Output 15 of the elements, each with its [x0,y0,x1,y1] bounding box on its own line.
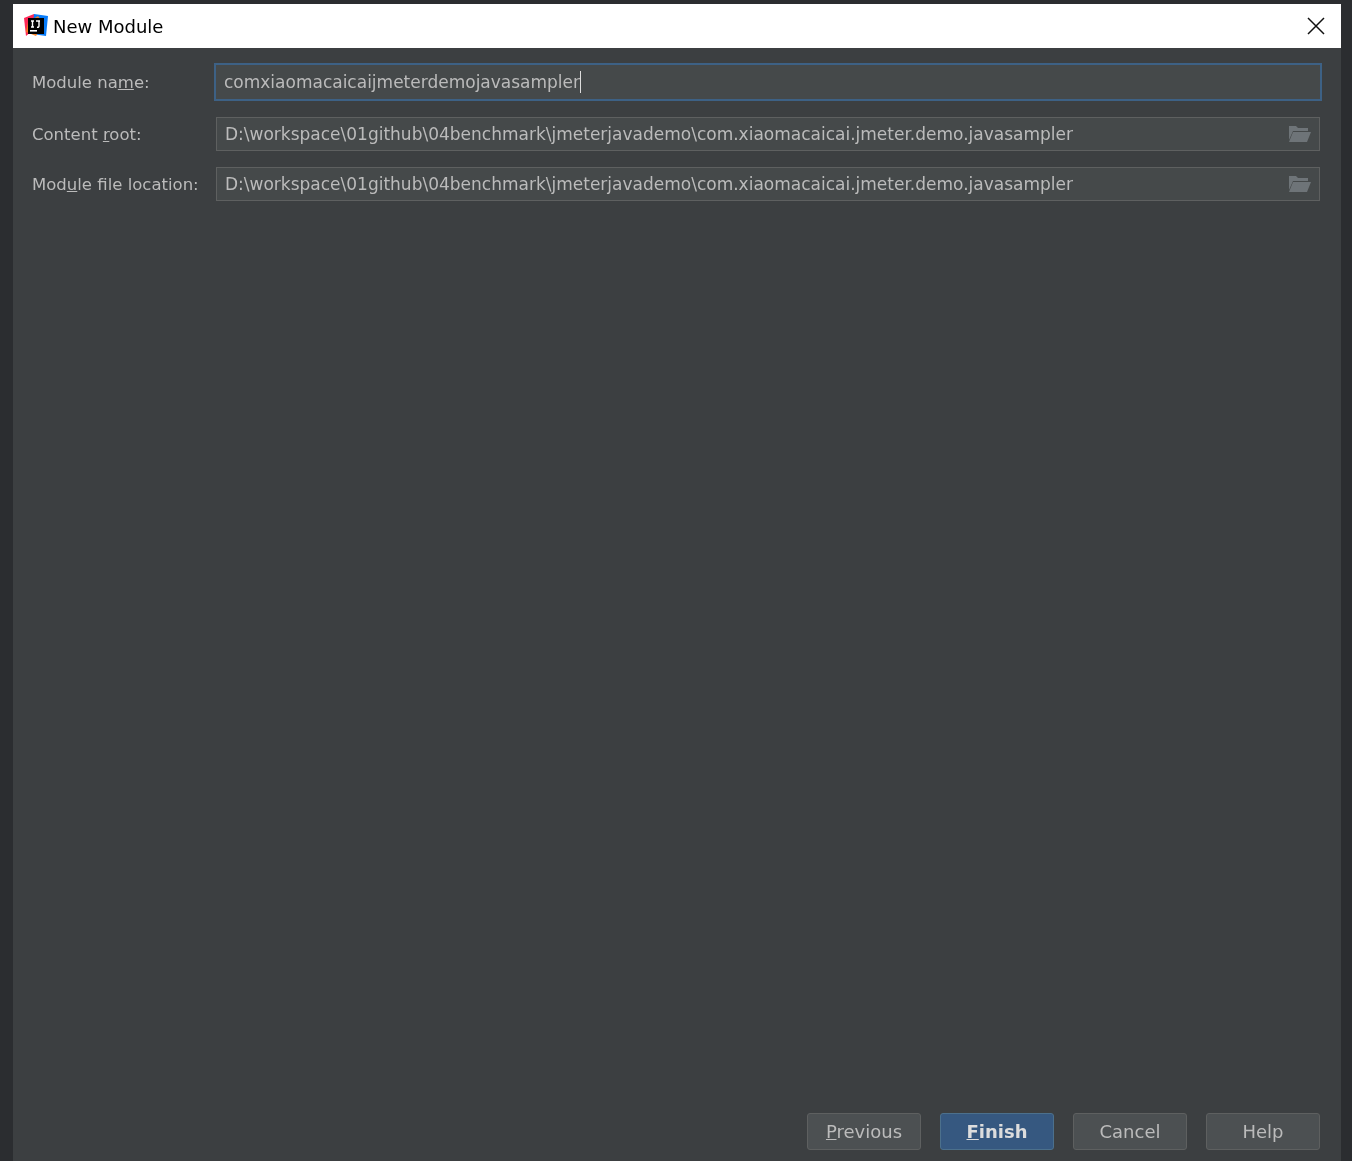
dialog-button[interactable]: Finish [940,1113,1054,1150]
field-label: Module file location: [32,174,200,194]
dialog-button[interactable]: Help [1206,1113,1320,1150]
folder-icon[interactable] [1289,125,1311,143]
text-field[interactable]: D:\workspace\01github\04benchmark\jmeterjavademo\com.xiaomacaicai.jmeter.demo.javasampler [216,167,1320,201]
field-label: Content root: [32,124,143,144]
close-icon[interactable] [1307,17,1325,35]
text-field[interactable]: D:\workspace\01github\04benchmark\jmeterjavademo\com.xiaomacaicai.jmeter.demo.javasampler [216,117,1320,151]
app-logo-icon [24,14,48,38]
field-label: Module name: [32,72,151,92]
folder-icon[interactable] [1289,175,1311,193]
text-field[interactable]: comxiaomacaicaijmeterdemojavasampler [214,63,1322,101]
dialog-button[interactable]: Previous [807,1113,921,1150]
dialog-button[interactable]: Cancel [1073,1113,1187,1150]
window-title: New Module [53,15,165,37]
